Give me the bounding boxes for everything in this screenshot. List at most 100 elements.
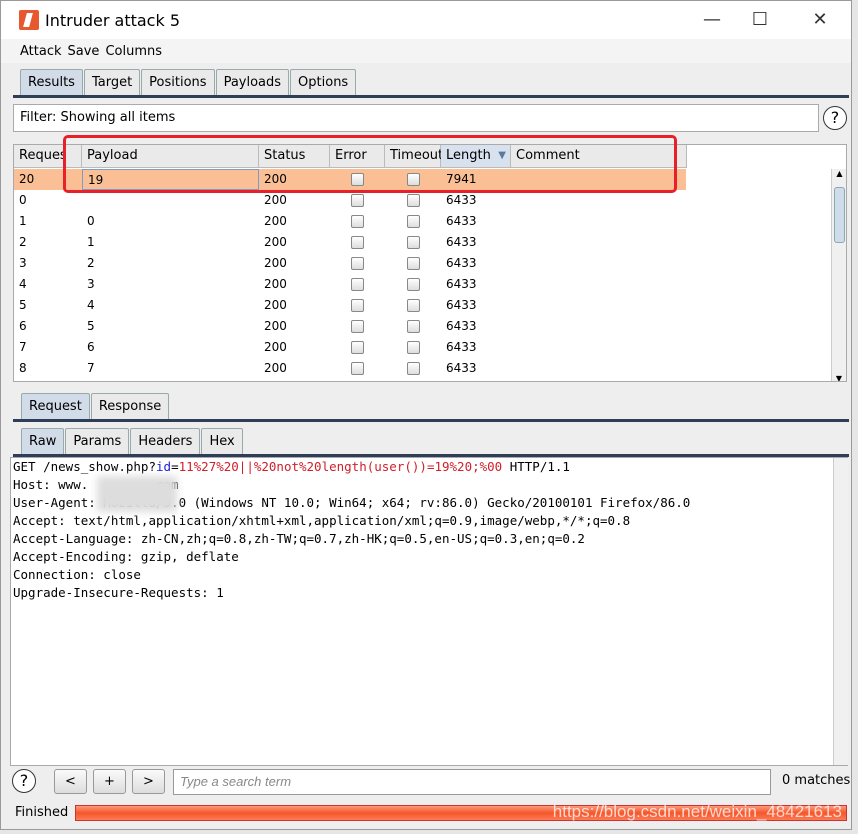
prev-match-button[interactable]: < [54, 769, 87, 794]
error-checkbox[interactable] [351, 194, 364, 207]
timeout-checkbox[interactable] [407, 320, 420, 333]
menu-columns[interactable]: Columns [105, 44, 162, 59]
timeout-checkbox[interactable] [407, 236, 420, 249]
tab-headers[interactable]: Headers [130, 428, 201, 454]
cell-request: 20 [19, 172, 35, 186]
timeout-checkbox[interactable] [407, 299, 420, 312]
tab-positions[interactable]: Positions [141, 69, 215, 95]
cell-length: 6433 [446, 298, 477, 312]
table-row[interactable]: 5 4 200 6433 [14, 295, 686, 316]
error-checkbox[interactable] [351, 362, 364, 375]
tab-params[interactable]: Params [65, 428, 130, 454]
cell-comment [511, 211, 516, 232]
error-checkbox[interactable] [351, 320, 364, 333]
timeout-checkbox[interactable] [407, 257, 420, 270]
cell-length: 6433 [446, 214, 477, 228]
table-row[interactable]: 0 200 6433 [14, 190, 686, 211]
table-row[interactable]: 3 2 200 6433 [14, 253, 686, 274]
progress-bar: https://blog.csdn.net/weixin_48421613 [75, 802, 847, 821]
cell-comment [511, 190, 516, 211]
minimize-button[interactable]: — [689, 1, 735, 39]
cell-request: 3 [19, 256, 27, 270]
add-button[interactable]: + [93, 769, 126, 794]
table-row[interactable]: 7 6 200 6433 [14, 337, 686, 358]
request-editor[interactable]: GET /news_show.php?id=11%27%20||%20not%2… [10, 457, 848, 766]
cell-request: 5 [19, 298, 27, 312]
timeout-checkbox[interactable] [407, 278, 420, 291]
cell-status: 200 [264, 256, 287, 270]
table-row[interactable]: 1 0 200 6433 [14, 211, 686, 232]
error-checkbox[interactable] [351, 215, 364, 228]
cell-request: 1 [19, 214, 27, 228]
editor-help-icon[interactable]: ? [12, 769, 36, 793]
cell-status: 200 [264, 193, 287, 207]
cell-request: 7 [19, 340, 27, 354]
cell-request: 0 [19, 193, 27, 207]
header-line: Accept: text/html,application/xhtml+xml,… [13, 513, 631, 528]
main-tabs: Results Target Positions Payloads Option… [20, 69, 357, 95]
cell-status: 200 [264, 298, 287, 312]
menu-save[interactable]: Save [68, 44, 100, 59]
tab-response[interactable]: Response [90, 393, 170, 419]
error-checkbox[interactable] [351, 299, 364, 312]
tab-divider [13, 95, 849, 98]
table-row[interactable]: 2 1 200 6433 [14, 232, 686, 253]
cell-comment [511, 316, 516, 337]
error-checkbox[interactable] [351, 341, 364, 354]
next-match-button[interactable]: > [132, 769, 165, 794]
error-checkbox[interactable] [351, 257, 364, 270]
table-scrollbar[interactable]: ▲ ▼ [831, 169, 846, 381]
intruder-window: Intruder attack 5 — ☐ ✕ Attack Save Colu… [0, 0, 852, 830]
cell-payload: 5 [87, 319, 95, 333]
cell-length: 6433 [446, 319, 477, 333]
filter-bar[interactable]: Filter: Showing all items [13, 104, 819, 132]
burp-logo-icon [19, 10, 39, 30]
cell-request: 6 [19, 319, 27, 333]
tab-request[interactable]: Request [21, 393, 90, 419]
scroll-down-icon[interactable]: ▼ [832, 374, 846, 381]
timeout-checkbox[interactable] [407, 215, 420, 228]
table-row[interactable]: 4 3 200 6433 [14, 274, 686, 295]
cell-length: 6433 [446, 235, 477, 249]
table-row[interactable]: 6 5 200 6433 [14, 316, 686, 337]
tab-results[interactable]: Results [20, 69, 83, 95]
cell-status: 200 [264, 319, 287, 333]
request-line: GET /news_show.php?id=11%27%20||%20not%2… [13, 459, 570, 474]
highlight-annotation [63, 135, 677, 193]
title-bar: Intruder attack 5 — ☐ ✕ [1, 1, 851, 39]
table-row[interactable]: 8 7 200 6433 [14, 358, 686, 379]
redaction-blur [97, 476, 177, 512]
tab-hex[interactable]: Hex [201, 428, 243, 454]
cell-comment [511, 295, 516, 316]
cell-status: 200 [264, 277, 287, 291]
scroll-up-icon[interactable]: ▲ [832, 169, 846, 178]
cell-length: 6433 [446, 193, 477, 207]
help-icon[interactable]: ? [823, 106, 847, 130]
timeout-checkbox[interactable] [407, 194, 420, 207]
status-text: Finished [15, 805, 69, 820]
cell-length: 6433 [446, 256, 477, 270]
tab-payloads[interactable]: Payloads [215, 69, 290, 95]
error-checkbox[interactable] [351, 278, 364, 291]
timeout-checkbox[interactable] [407, 362, 420, 375]
cell-length: 6433 [446, 340, 477, 354]
tab-options[interactable]: Options [290, 69, 357, 95]
error-checkbox[interactable] [351, 236, 364, 249]
search-input[interactable]: Type a search term [173, 769, 771, 795]
tab-target[interactable]: Target [83, 69, 141, 95]
cell-payload: 6 [87, 340, 95, 354]
cell-comment [511, 358, 516, 379]
timeout-checkbox[interactable] [407, 341, 420, 354]
scroll-thumb[interactable] [834, 187, 845, 243]
close-button[interactable]: ✕ [797, 1, 843, 39]
cell-payload: 2 [87, 256, 95, 270]
tab-raw[interactable]: Raw [21, 428, 65, 454]
cell-payload: 7 [87, 361, 95, 375]
editor-scrollbar[interactable] [833, 458, 848, 765]
menu-attack[interactable]: Attack [20, 44, 62, 59]
cell-status: 200 [264, 340, 287, 354]
cell-payload [82, 190, 87, 211]
cell-status: 200 [264, 214, 287, 228]
cell-comment [511, 274, 516, 295]
maximize-button[interactable]: ☐ [737, 1, 783, 39]
